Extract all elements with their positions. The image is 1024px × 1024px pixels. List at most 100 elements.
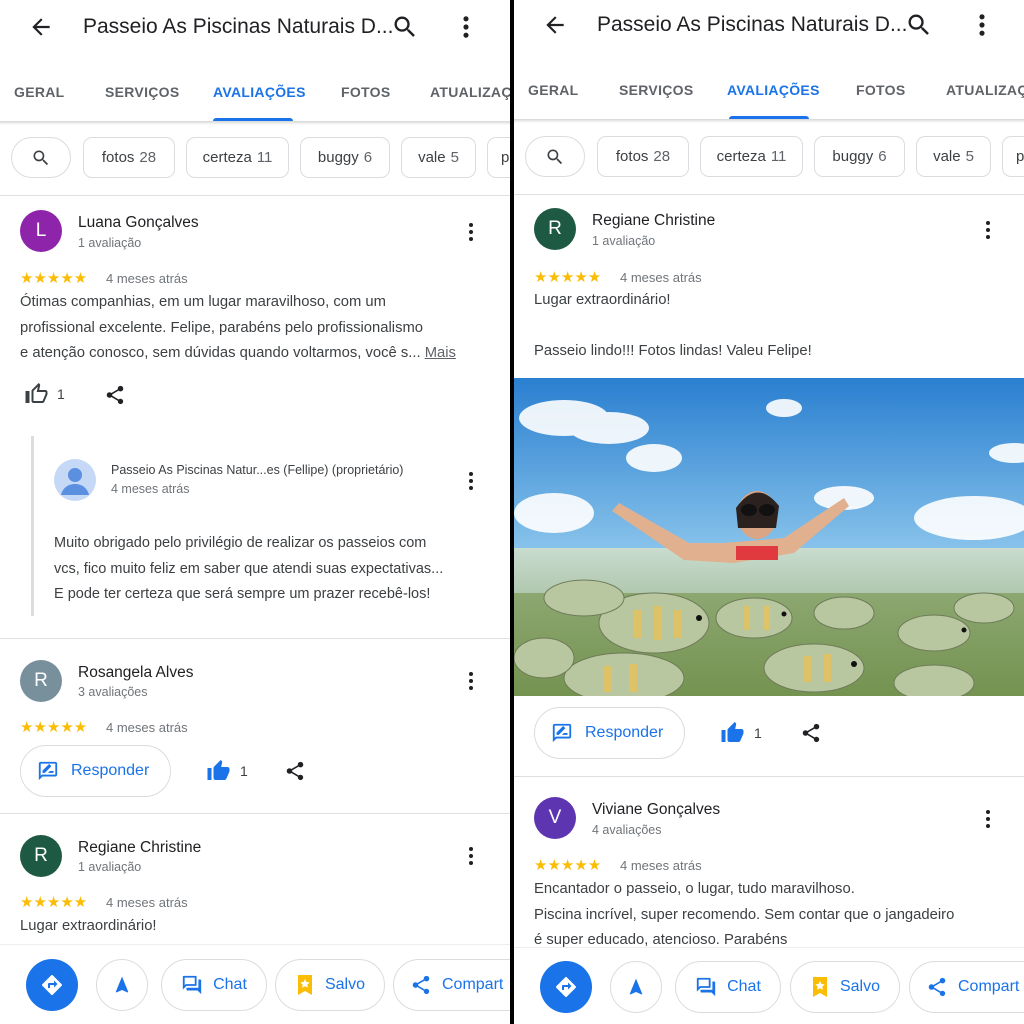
tab-atualizacoes[interactable]: ATUALIZAÇ [946, 82, 1024, 98]
owner-name: Passeio As Piscinas Natur...es (Fellipe)… [111, 463, 404, 477]
tab-avaliacoes[interactable]: AVALIAÇÕES [213, 84, 306, 100]
share-icon[interactable] [284, 760, 306, 782]
chat-button[interactable]: Chat [161, 959, 267, 1011]
review-count: 1 avaliação [78, 236, 142, 250]
reviewer-name[interactable]: Rosangela Alves [78, 664, 193, 682]
review-count: 1 avaliação [78, 860, 142, 874]
tab-servicos[interactable]: SERVIÇOS [619, 82, 694, 98]
tab-geral[interactable]: GERAL [14, 84, 65, 100]
chip-vale[interactable]: vale 5 [916, 136, 991, 177]
reply-label: Responder [585, 724, 664, 741]
chip-vale[interactable]: vale 5 [401, 137, 476, 178]
chip-next[interactable]: p [1002, 136, 1024, 177]
tab-avaliacoes[interactable]: AVALIAÇÕES [727, 82, 820, 98]
search-icon[interactable] [905, 11, 933, 39]
reviewer-name[interactable]: Viviane Gonçalves [592, 801, 720, 819]
top-app-bar: Passeio As Piscinas Naturais D... [514, 0, 1024, 54]
divider [514, 776, 1024, 777]
star-rating: ★★★★★ [20, 719, 88, 736]
chip-label: buggy [317, 149, 359, 166]
like-count: 1 [754, 725, 762, 741]
like-button[interactable]: 1 [24, 382, 65, 406]
reply-label: Responder [71, 762, 150, 779]
share-label: Compart [442, 976, 504, 993]
bookmark-icon [297, 975, 312, 995]
chat-button[interactable]: Chat [675, 961, 781, 1013]
chat-icon [696, 977, 716, 997]
share-icon[interactable] [800, 722, 822, 744]
like-button[interactable]: 1 [206, 759, 248, 783]
tab-bar: GERAL SERVIÇOS AVALIAÇÕES FOTOS ATUALIZA… [514, 68, 1024, 120]
back-arrow-icon[interactable] [542, 12, 568, 38]
rate-review-icon [38, 761, 58, 781]
avatar[interactable]: R [534, 208, 576, 250]
review-photo[interactable] [514, 378, 1024, 696]
filter-chips: fotos 28 certeza 11 buggy 6 vale 5 p [0, 137, 510, 179]
like-button[interactable]: 1 [720, 721, 762, 745]
chip-label: vale [933, 148, 961, 165]
directions-button[interactable] [26, 959, 78, 1011]
share-button[interactable]: Compart [909, 961, 1024, 1013]
review-count: 4 avaliações [592, 823, 662, 837]
saved-button[interactable]: Salvo [275, 959, 385, 1011]
chat-icon [182, 975, 202, 995]
chip-label: certeza [202, 149, 252, 166]
navigation-icon [629, 978, 643, 995]
chip-certeza[interactable]: certeza 11 [186, 137, 289, 178]
left-screen: Passeio As Piscinas Naturais D... GERAL … [0, 0, 510, 1024]
divider [0, 195, 510, 196]
chip-buggy[interactable]: buggy 6 [814, 136, 905, 177]
more-vert-icon[interactable] [466, 221, 476, 243]
avatar[interactable]: R [20, 660, 62, 702]
reviewer-name[interactable]: Regiane Christine [592, 212, 715, 230]
reviewer-name[interactable]: Regiane Christine [78, 839, 201, 857]
chip-label: fotos [615, 148, 649, 165]
share-icon[interactable] [104, 384, 126, 406]
search-icon[interactable] [391, 13, 419, 41]
chip-search[interactable] [525, 136, 585, 177]
chip-count: 28 [139, 149, 157, 166]
navigate-button[interactable] [610, 961, 662, 1013]
chip-fotos[interactable]: fotos 28 [83, 137, 175, 178]
bookmark-icon [812, 977, 827, 997]
reply-button[interactable]: Responder [20, 745, 171, 797]
tab-fotos[interactable]: FOTOS [856, 82, 905, 98]
back-arrow-icon[interactable] [28, 14, 54, 40]
saved-button[interactable]: Salvo [790, 961, 900, 1013]
more-vert-icon[interactable] [466, 845, 476, 867]
avatar[interactable]: L [20, 210, 62, 252]
avatar[interactable]: R [20, 835, 62, 877]
bottom-action-bar: Chat Salvo Compart [514, 947, 1024, 1024]
chip-fotos[interactable]: fotos 28 [597, 136, 689, 177]
person-icon [61, 468, 89, 495]
bottom-action-bar: Chat Salvo Compart [0, 944, 510, 1024]
more-vert-icon[interactable] [971, 11, 993, 39]
more-link[interactable]: Mais [425, 345, 456, 361]
more-vert-icon[interactable] [466, 470, 476, 492]
snorkel-photo-image [514, 378, 1024, 696]
more-vert-icon[interactable] [455, 13, 477, 41]
chip-certeza[interactable]: certeza 11 [700, 136, 803, 177]
tab-geral[interactable]: GERAL [528, 82, 579, 98]
thumb-up-icon [721, 722, 744, 742]
reply-button[interactable]: Responder [534, 707, 685, 759]
share-icon [928, 977, 946, 997]
thumb-up-icon [207, 760, 230, 780]
chip-next[interactable]: p [487, 137, 510, 178]
more-vert-icon[interactable] [983, 219, 993, 241]
reviewer-name[interactable]: Luana Gonçalves [78, 214, 199, 232]
saved-label: Salvo [324, 976, 366, 993]
directions-button[interactable] [540, 961, 592, 1013]
chip-count: 28 [653, 148, 671, 165]
share-button[interactable]: Compart [393, 959, 510, 1011]
tab-fotos[interactable]: FOTOS [341, 84, 390, 100]
more-vert-icon[interactable] [983, 808, 993, 830]
tabs-divider [0, 121, 510, 125]
more-vert-icon[interactable] [466, 670, 476, 692]
chip-buggy[interactable]: buggy 6 [300, 137, 390, 178]
chip-search[interactable] [11, 137, 71, 178]
navigate-button[interactable] [96, 959, 148, 1011]
avatar[interactable]: V [534, 797, 576, 839]
tab-atualizacoes[interactable]: ATUALIZAÇ [430, 84, 510, 100]
tab-servicos[interactable]: SERVIÇOS [105, 84, 180, 100]
